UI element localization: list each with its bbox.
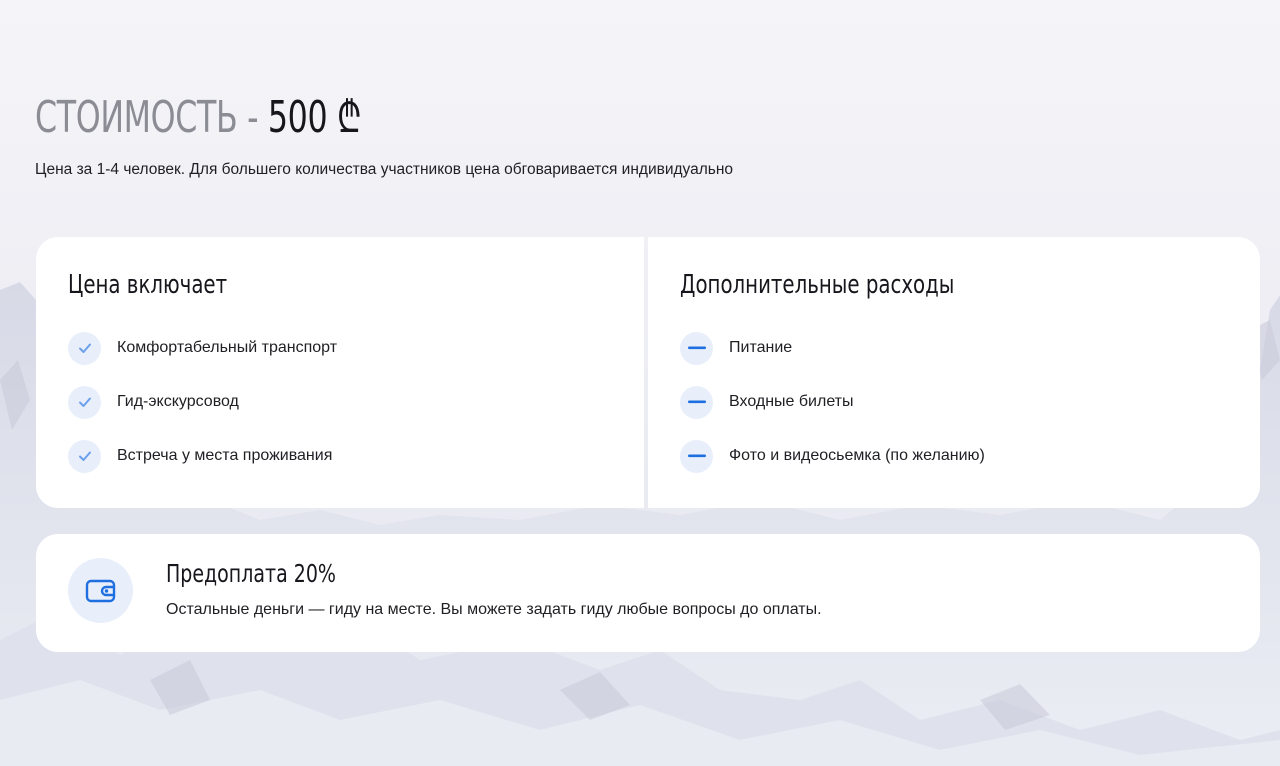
included-list: Комфортабельный транспорт Гид-экскурсово… <box>68 331 337 493</box>
included-heading: Цена включает <box>68 270 228 300</box>
check-icon <box>68 385 101 419</box>
prepayment-title: Предоплата 20% <box>166 559 336 588</box>
page-content: СТОИМОСТЬ - 500 ₾ Цена за 1-4 человек. Д… <box>0 0 1280 766</box>
extra-costs-card: Дополнительные расходы Питание Входные б… <box>648 237 1260 508</box>
list-item-label: Комфортабельный транспорт <box>117 339 338 356</box>
list-item: Входные билеты <box>680 385 985 419</box>
list-item: Встреча у места проживания <box>68 439 337 473</box>
price-subtitle: Цена за 1-4 человек. Для большего количе… <box>35 161 734 178</box>
minus-icon <box>680 439 713 473</box>
prepayment-card: Предоплата 20% Остальные деньги — гиду н… <box>36 534 1260 652</box>
included-card: Цена включает Комфортабельный транспорт … <box>36 237 644 508</box>
prepayment-text: Остальные деньги — гиду на месте. Вы мож… <box>166 601 822 618</box>
minus-icon <box>680 331 713 365</box>
price-title: СТОИМОСТЬ - 500 ₾ <box>35 88 361 148</box>
minus-icon <box>680 385 713 419</box>
extra-costs-list: Питание Входные билеты Фото и видеосьемк… <box>680 331 985 493</box>
check-icon <box>68 439 101 473</box>
list-item: Питание <box>680 331 985 365</box>
list-item-label: Фото и видеосьемка (по желанию) <box>729 447 985 464</box>
list-item: Гид-экскурсовод <box>68 385 337 419</box>
list-item-label: Входные билеты <box>729 393 854 410</box>
list-item-label: Гид-экскурсовод <box>117 393 239 410</box>
list-item-label: Питание <box>729 339 793 356</box>
list-item-label: Встреча у места проживания <box>117 447 333 464</box>
list-item: Фото и видеосьемка (по желанию) <box>680 439 985 473</box>
wallet-icon <box>68 558 133 623</box>
currency-sign: ₾ <box>336 92 362 143</box>
check-icon <box>68 331 101 365</box>
price-label: СТОИМОСТЬ <box>35 92 238 143</box>
list-item: Комфортабельный транспорт <box>68 331 337 365</box>
extra-costs-heading: Дополнительные расходы <box>680 270 955 300</box>
price-amount: 500 <box>267 92 328 143</box>
price-separator: - <box>247 92 259 143</box>
